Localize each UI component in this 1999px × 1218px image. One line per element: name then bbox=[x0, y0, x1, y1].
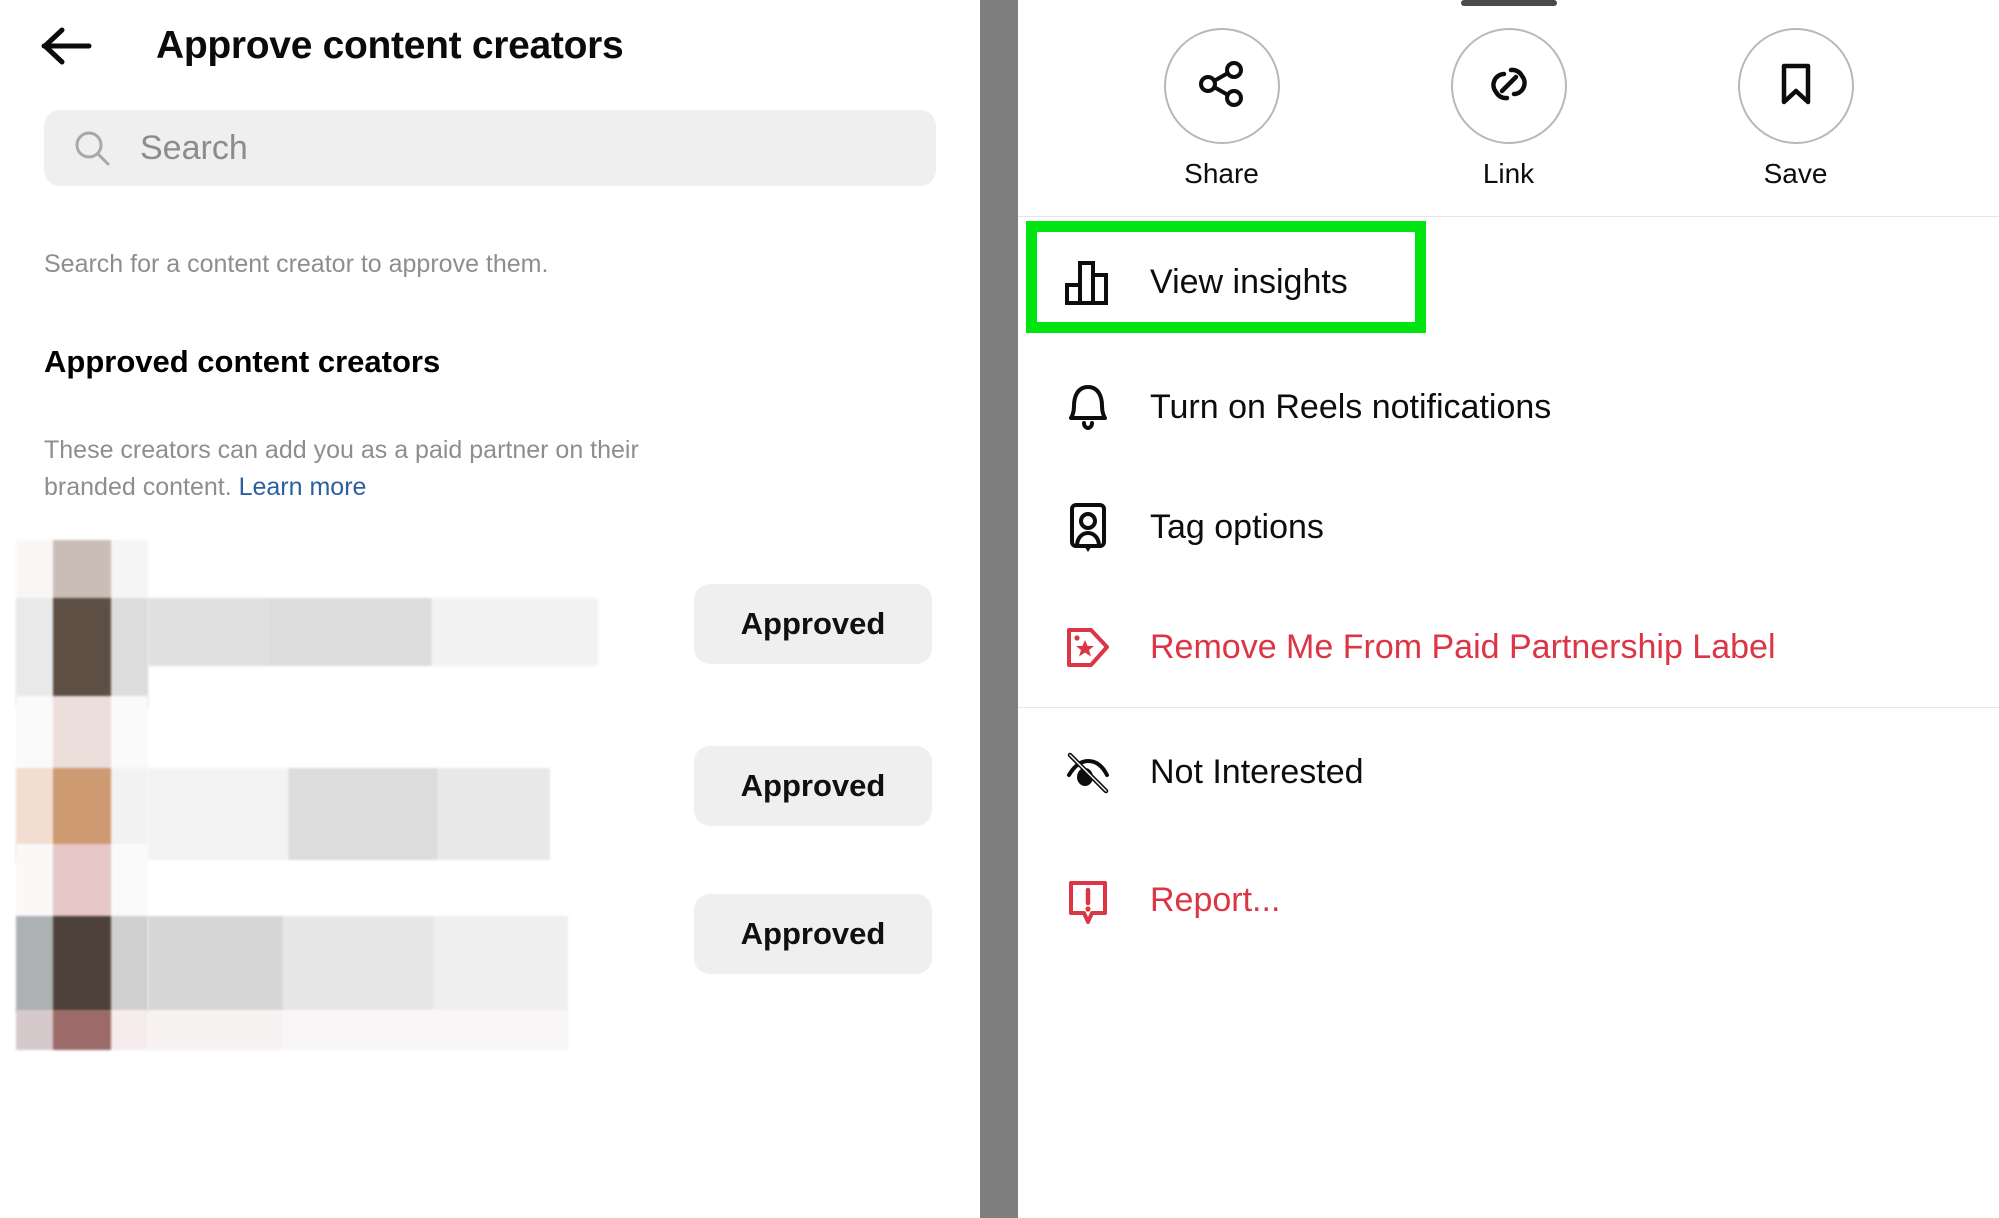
link-icon bbox=[1483, 58, 1535, 115]
menu-item-tag-options[interactable]: Tag options bbox=[1018, 467, 1999, 587]
options-menu: View insights Turn on Reels notification… bbox=[1018, 217, 1999, 964]
creator-handle-redacted bbox=[148, 1009, 568, 1050]
header-bar: Approve content creators bbox=[0, 0, 980, 92]
link-label: Link bbox=[1482, 158, 1535, 189]
avatar bbox=[16, 843, 148, 926]
search-placeholder: Search bbox=[140, 128, 248, 167]
menu-label-report: Report... bbox=[1150, 880, 1281, 919]
panel-divider bbox=[980, 0, 1018, 1218]
search-input[interactable]: Search bbox=[44, 110, 936, 186]
app-screenshot: Approve content creators Search Search f… bbox=[0, 0, 1999, 1218]
menu-item-not-interested[interactable]: Not Interested bbox=[1018, 708, 1999, 836]
bookmark-icon bbox=[1770, 58, 1822, 115]
approved-creators-description: These creators can add you as a paid par… bbox=[44, 432, 724, 506]
approve-content-creators-panel: Approve content creators Search Search f… bbox=[0, 0, 980, 1218]
approved-button[interactable]: Approved bbox=[694, 745, 932, 826]
menu-item-reels-notifications[interactable]: Turn on Reels notifications bbox=[1018, 347, 1999, 467]
report-icon bbox=[1060, 872, 1116, 928]
menu-item-view-insights[interactable]: View insights bbox=[1018, 217, 1999, 347]
search-helper-text: Search for a content creator to approve … bbox=[44, 250, 549, 278]
approved-button[interactable]: Approved bbox=[694, 583, 932, 664]
eye-off-icon bbox=[1060, 744, 1116, 800]
menu-label-tag-options: Tag options bbox=[1150, 507, 1324, 546]
avatar-lower bbox=[16, 597, 148, 708]
quick-actions-row: Share Link Save bbox=[1018, 0, 1999, 190]
approved-button[interactable]: Approved bbox=[694, 893, 932, 974]
creator-name-redacted bbox=[148, 767, 550, 860]
link-action[interactable]: Link bbox=[1419, 28, 1599, 190]
menu-label-reels-notifications: Turn on Reels notifications bbox=[1150, 387, 1552, 426]
save-label: Save bbox=[1763, 158, 1828, 189]
menu-label-view-insights: View insights bbox=[1150, 262, 1348, 301]
avatar-bottom bbox=[16, 1009, 148, 1050]
approved-creators-heading: Approved content creators bbox=[44, 343, 441, 379]
creator-name-redacted bbox=[148, 597, 598, 666]
drag-handle[interactable] bbox=[1460, 0, 1557, 6]
save-button[interactable] bbox=[1737, 28, 1854, 144]
search-icon bbox=[72, 128, 112, 168]
bell-icon bbox=[1060, 379, 1116, 435]
avatar-lower bbox=[16, 915, 148, 1012]
back-button[interactable] bbox=[36, 16, 96, 76]
link-button[interactable] bbox=[1450, 28, 1567, 144]
arrow-left-icon bbox=[40, 26, 92, 66]
menu-item-report[interactable]: Report... bbox=[1018, 836, 1999, 964]
list-item[interactable]: Approved bbox=[0, 539, 980, 708]
share-label: Share bbox=[1184, 158, 1259, 189]
share-button[interactable] bbox=[1163, 28, 1280, 144]
menu-label-not-interested: Not Interested bbox=[1150, 752, 1364, 791]
tag-person-icon bbox=[1060, 499, 1116, 555]
share-action[interactable]: Share bbox=[1132, 28, 1312, 190]
bar-chart-icon bbox=[1060, 254, 1116, 310]
list-item[interactable]: Approved bbox=[0, 695, 980, 862]
share-icon bbox=[1196, 58, 1248, 115]
price-tag-star-icon bbox=[1060, 619, 1116, 675]
list-item[interactable]: Approved bbox=[0, 843, 980, 1050]
page-title: Approve content creators bbox=[156, 24, 624, 67]
creator-list: Approved Approved Approved bbox=[0, 539, 980, 1050]
learn-more-link[interactable]: Learn more bbox=[239, 473, 367, 501]
search-wrap: Search bbox=[44, 110, 936, 186]
creator-name-redacted bbox=[148, 915, 568, 1012]
save-action[interactable]: Save bbox=[1706, 28, 1886, 190]
post-options-sheet: Share Link Save View insights Turn on Re… bbox=[1018, 0, 1999, 1218]
menu-label-remove-paid-partnership: Remove Me From Paid Partnership Label bbox=[1150, 627, 1776, 666]
menu-item-remove-paid-partnership[interactable]: Remove Me From Paid Partnership Label bbox=[1018, 587, 1999, 707]
